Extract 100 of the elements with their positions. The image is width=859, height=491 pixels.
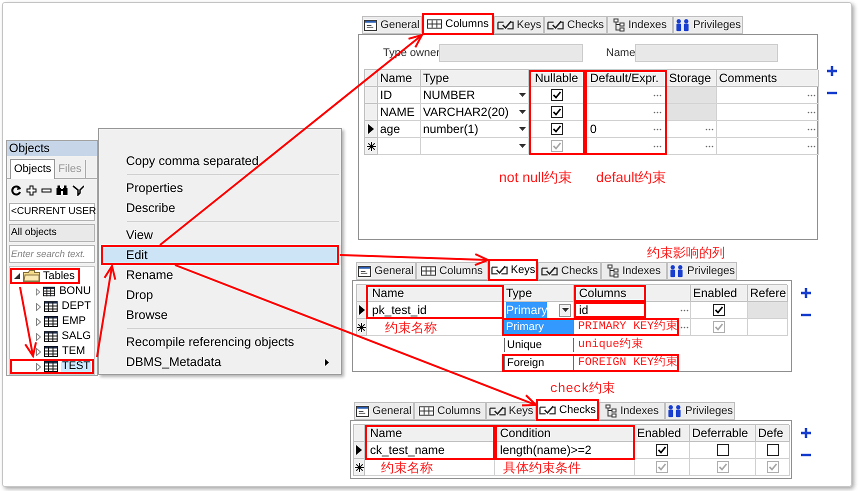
tab[interactable]: Checks <box>538 262 601 280</box>
menu-item[interactable]: Browse <box>101 305 339 325</box>
menu-item[interactable]: Copy comma separated <box>101 151 339 171</box>
tab[interactable]: General <box>354 402 414 420</box>
plus-icon <box>801 428 811 438</box>
dropdown-arrow-icon[interactable] <box>519 110 526 114</box>
menu-item[interactable]: View <box>101 225 339 245</box>
tab[interactable]: General <box>356 262 416 280</box>
more-icon[interactable] <box>807 110 816 114</box>
menu-item[interactable]: Recompile referencing objects <box>101 332 339 352</box>
more-icon[interactable] <box>653 128 662 130</box>
more-icon[interactable] <box>680 308 689 312</box>
dropdown-button[interactable] <box>559 304 571 316</box>
dropdown-arrow-icon[interactable] <box>562 308 568 312</box>
tab[interactable]: Keys <box>486 402 536 420</box>
tree-item[interactable]: DEPT <box>60 301 92 312</box>
tab[interactable]: General <box>362 16 422 34</box>
table-icon <box>44 361 58 372</box>
expanded-icon[interactable] <box>14 273 20 279</box>
menu-item[interactable]: Edit <box>101 245 339 265</box>
add-button[interactable] <box>825 64 839 78</box>
tab[interactable]: Objects <box>10 159 56 179</box>
dropdown-option[interactable]: Unique <box>504 338 574 352</box>
more-icon[interactable] <box>705 144 714 148</box>
annotation-text: 约束名称 <box>381 460 433 475</box>
new-row-icon <box>366 142 376 150</box>
tab[interactable]: Checks <box>544 16 607 34</box>
add-button[interactable] <box>799 286 813 300</box>
add-button[interactable] <box>799 426 813 440</box>
new-row-icon <box>354 462 364 472</box>
tab[interactable]: Keys <box>494 16 544 34</box>
more-icon[interactable] <box>653 110 662 114</box>
tree-item[interactable]: EMP <box>61 316 87 327</box>
checkbox[interactable] <box>713 321 725 333</box>
window-icon <box>364 20 378 30</box>
checkbox[interactable] <box>766 444 778 456</box>
tree-item[interactable]: BONU <box>58 286 92 297</box>
more-icon[interactable] <box>807 144 816 148</box>
menu-item[interactable]: Drop <box>101 285 339 305</box>
name-field[interactable] <box>635 44 778 62</box>
tree-icon <box>613 18 626 32</box>
checkbox[interactable] <box>713 304 725 316</box>
check-constraint-icon <box>496 20 514 30</box>
panel-title: Objects <box>7 141 97 156</box>
type-dropdown[interactable]: All objects <box>9 224 95 242</box>
checkbox[interactable] <box>550 140 562 152</box>
dropdown-arrow-icon[interactable] <box>519 127 526 131</box>
users-icon <box>675 18 690 32</box>
tree-item[interactable]: TEM <box>61 346 86 357</box>
more-icon[interactable] <box>653 144 662 148</box>
checkbox[interactable] <box>656 461 668 473</box>
menu-item[interactable]: DBMS_Metadata <box>101 352 339 372</box>
menu-item[interactable]: Rename <box>101 265 339 285</box>
checkbox[interactable] <box>550 89 562 101</box>
cell-text: id <box>579 302 588 318</box>
check-constraint-icon <box>539 404 556 416</box>
column-header: Enabled <box>635 425 690 442</box>
search-field[interactable]: Enter search text. <box>9 245 95 263</box>
column-header: Storage <box>667 70 717 87</box>
tab[interactable]: Checks <box>536 399 599 421</box>
tree-item[interactable]: Tables <box>43 270 75 282</box>
more-icon[interactable] <box>680 326 689 328</box>
dropdown-arrow-icon[interactable] <box>519 144 526 148</box>
menu-item[interactable]: Describe <box>101 198 339 218</box>
checkbox[interactable] <box>716 444 728 456</box>
dropdown-arrow-icon[interactable] <box>519 93 526 97</box>
menu-item[interactable]: Properties <box>101 178 339 198</box>
tab[interactable]: Privileges <box>667 262 737 280</box>
tab[interactable]: Keys <box>488 259 538 281</box>
tree-item[interactable]: TEST <box>61 361 92 372</box>
current-row-icon <box>368 124 374 134</box>
tab[interactable]: Privileges <box>665 402 735 420</box>
type-owner-field[interactable] <box>439 44 583 62</box>
binoculars-icon[interactable] <box>56 184 68 196</box>
annotation-text: 约束名称 <box>385 320 437 335</box>
submenu-arrow-icon <box>325 358 329 366</box>
table-icon <box>421 266 436 276</box>
checkbox[interactable] <box>656 444 668 456</box>
tree-item[interactable]: SALG <box>60 331 92 342</box>
checkbox[interactable] <box>550 106 562 118</box>
tab[interactable]: Privileges <box>673 16 743 34</box>
tab[interactable]: Columns <box>416 262 488 280</box>
tab[interactable]: Columns <box>414 402 486 420</box>
more-icon[interactable] <box>705 128 714 130</box>
tab[interactable]: Columns <box>422 13 494 35</box>
tab[interactable]: Indexes <box>607 16 673 34</box>
refresh-icon[interactable] <box>11 184 22 196</box>
checkbox[interactable] <box>716 461 728 473</box>
tab[interactable]: Indexes <box>599 402 665 420</box>
tab[interactable]: Indexes <box>601 262 667 280</box>
checkbox[interactable] <box>766 461 778 473</box>
annotation-text: FOREIGN KEY约束 <box>578 356 677 370</box>
dropdown-option[interactable]: Foreign <box>504 356 574 370</box>
more-icon[interactable] <box>653 94 662 96</box>
plus-icon[interactable] <box>26 184 37 196</box>
filter-icon[interactable] <box>72 184 84 196</box>
more-icon[interactable] <box>807 94 816 96</box>
owner-dropdown[interactable]: <CURRENT USER <box>9 203 95 221</box>
checkbox[interactable] <box>550 123 562 135</box>
more-icon[interactable] <box>807 128 816 130</box>
